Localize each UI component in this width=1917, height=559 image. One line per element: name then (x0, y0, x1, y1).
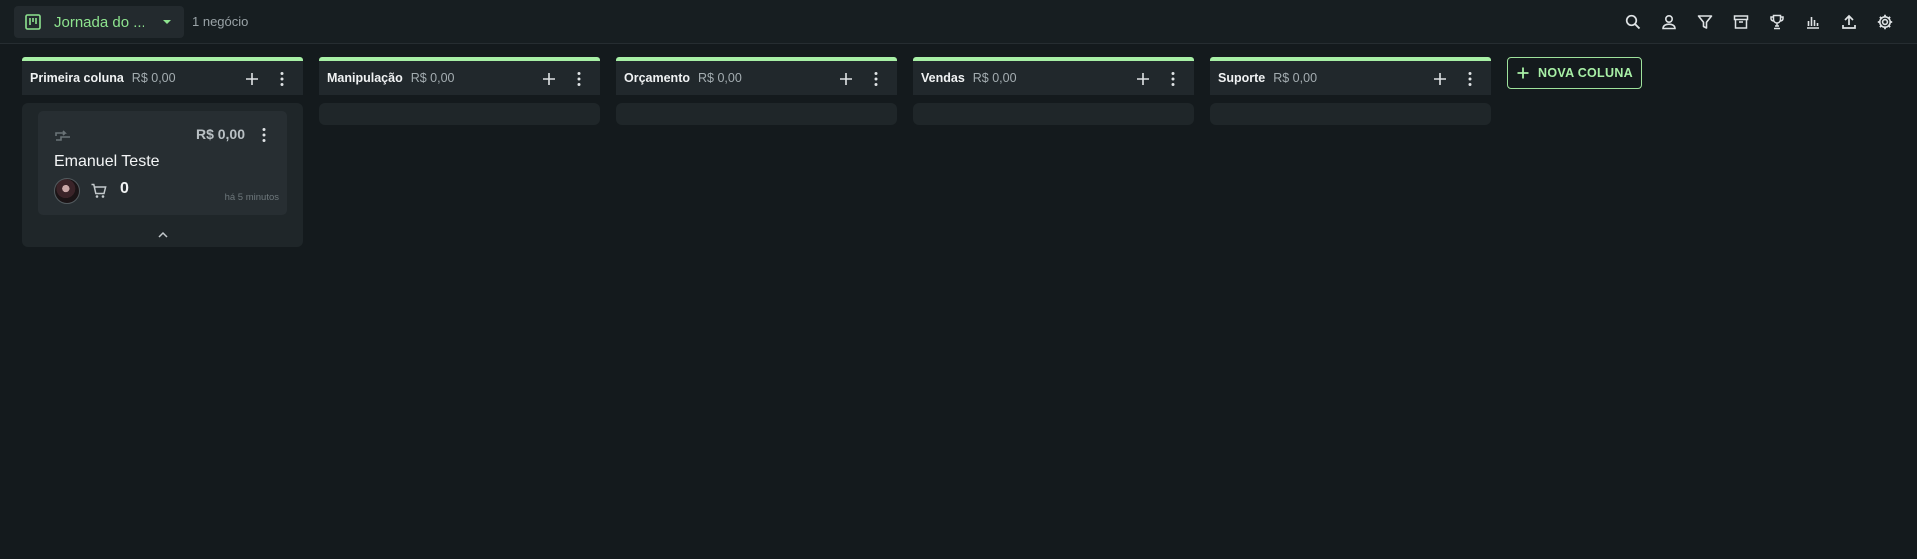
top-bar: Jornada do ... 1 negócio (0, 0, 1917, 44)
kanban-board-icon (24, 13, 42, 31)
archive-button[interactable] (1729, 10, 1753, 34)
deal-count: 1 negócio (192, 14, 249, 29)
avatar (54, 178, 80, 204)
search-icon (1625, 14, 1641, 30)
add-icon[interactable] (243, 70, 261, 88)
column-total: R$ 0,00 (1273, 71, 1318, 85)
cart-count: 0 (120, 180, 129, 197)
person-icon (1662, 14, 1676, 30)
gear-icon (1877, 14, 1893, 30)
column-header: Vendas R$ 0,00 (913, 57, 1194, 95)
cart-icon (90, 182, 108, 200)
column-total: R$ 0,00 (410, 71, 455, 85)
deal-card[interactable]: R$ 0,00 Emanuel Teste 0 há 5 minutos (38, 111, 287, 215)
column-header: Orçamento R$ 0,00 (616, 57, 897, 95)
column-total: R$ 0,00 (698, 71, 742, 85)
column-body (1210, 103, 1491, 125)
new-column-label: NOVA COLUNA (1538, 66, 1633, 80)
settings-button[interactable] (1873, 10, 1897, 34)
upload-icon (1842, 14, 1856, 29)
add-icon[interactable] (540, 70, 558, 88)
add-icon[interactable] (1134, 70, 1152, 88)
column-title: Orçamento (624, 71, 690, 85)
filter-icon (1697, 15, 1713, 29)
column-header: Manipulação R$ 0,00 (319, 57, 600, 95)
add-icon[interactable] (837, 70, 855, 88)
more-vert-icon[interactable] (1164, 70, 1182, 88)
upload-button[interactable] (1837, 10, 1861, 34)
person-button[interactable] (1657, 10, 1681, 34)
chevron-up-icon[interactable] (155, 229, 171, 241)
column-orcamento: Orçamento R$ 0,00 (616, 57, 897, 247)
trophy-button[interactable] (1765, 10, 1789, 34)
more-vert-icon[interactable] (255, 126, 273, 144)
trophy-icon (1770, 14, 1784, 30)
bar-chart-icon (1807, 17, 1819, 29)
column-header: Primeira coluna R$ 0,00 (22, 57, 303, 95)
column-body (913, 103, 1194, 125)
more-vert-icon[interactable] (1461, 70, 1479, 88)
reports-button[interactable] (1801, 10, 1825, 34)
board-selector[interactable]: Jornada do ... (14, 6, 184, 38)
column-body (319, 103, 600, 125)
column-total: R$ 0,00 (972, 71, 1017, 85)
column-title: Primeira coluna (30, 71, 124, 85)
add-icon (1517, 67, 1529, 79)
toolbar (1621, 10, 1897, 34)
column-body (616, 103, 897, 125)
more-vert-icon[interactable] (273, 70, 291, 88)
column-suporte: Suporte R$ 0,00 (1210, 57, 1491, 247)
column-vendas: Vendas R$ 0,00 (913, 57, 1194, 247)
more-vert-icon[interactable] (867, 70, 885, 88)
deal-timestamp: há 5 minutos (224, 192, 279, 203)
archive-icon (1733, 15, 1749, 29)
column-body: R$ 0,00 Emanuel Teste 0 há 5 minutos (22, 103, 303, 247)
more-vert-icon[interactable] (570, 70, 588, 88)
board-name: Jornada do ... (54, 13, 144, 31)
column-manipulacao: Manipulação R$ 0,00 (319, 57, 600, 247)
column-title: Suporte (1218, 71, 1266, 85)
deal-name: Emanuel Teste (54, 153, 160, 170)
search-button[interactable] (1621, 10, 1645, 34)
deal-value: R$ 0,00 (195, 126, 245, 142)
column-total: R$ 0,00 (131, 71, 176, 85)
new-column-button[interactable]: NOVA COLUNA (1507, 57, 1642, 89)
add-icon[interactable] (1431, 70, 1449, 88)
kanban-board: Primeira coluna R$ 0,00 R$ 0,00 Emanuel … (22, 57, 1642, 247)
column-primeira-coluna: Primeira coluna R$ 0,00 R$ 0,00 Emanuel … (22, 57, 303, 247)
filter-button[interactable] (1693, 10, 1717, 34)
transfer-icon (54, 127, 72, 145)
column-title: Manipulação (327, 71, 403, 85)
column-title: Vendas (921, 71, 965, 85)
column-header: Suporte R$ 0,00 (1210, 57, 1491, 95)
chevron-down-icon (162, 17, 172, 27)
